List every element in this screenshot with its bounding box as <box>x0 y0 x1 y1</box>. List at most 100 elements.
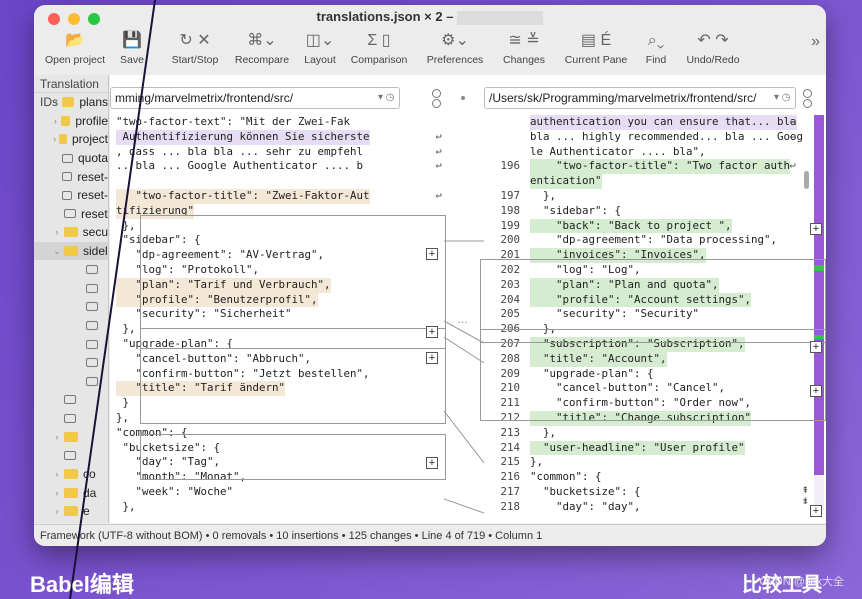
tree-item[interactable] <box>34 260 108 279</box>
code-text: }, <box>530 455 544 469</box>
left-change-block <box>140 434 446 480</box>
apply-change-icon[interactable]: + <box>426 457 438 469</box>
apply-change-icon[interactable]: + <box>426 326 438 338</box>
start-stop-button[interactable]: ↻ ✕ Start/Stop <box>166 29 224 66</box>
tree-item[interactable]: quota <box>34 149 108 168</box>
line-number: 213 <box>500 425 520 439</box>
tree-item-label: quota <box>77 151 108 166</box>
tree-item[interactable]: › da <box>34 483 108 502</box>
chevron-icon[interactable]: › <box>52 134 57 144</box>
search-icon: ⌕⌄ <box>647 32 665 49</box>
tree-item[interactable]: reset- <box>34 186 108 205</box>
changes-button[interactable]: ≅ ≚ Changes <box>500 29 548 66</box>
code-text: bla ... highly recommended... bla ... Go… <box>530 129 804 143</box>
tree-item[interactable] <box>34 279 108 298</box>
tree-item[interactable]: › co <box>34 465 108 484</box>
folder-icon: 📂 <box>65 32 85 49</box>
wrap-icon: ↩ <box>789 159 796 173</box>
chevron-icon[interactable]: › <box>52 227 62 237</box>
comparison-button[interactable]: Σ ▯ Comparison <box>348 29 410 66</box>
scroll-top-icon[interactable]: ⇞ ⇟ <box>801 485 809 507</box>
recompare-button[interactable]: ⌘⌄ Recompare <box>230 29 294 66</box>
comment-icon <box>64 413 76 423</box>
tree-item[interactable]: › project <box>34 130 108 149</box>
code-text: }, <box>116 410 130 424</box>
left-path-field[interactable]: mming/marvelmetrix/frontend/src/ <box>110 87 400 109</box>
open-project-button[interactable]: 📂 Open project <box>44 29 106 66</box>
tree-item[interactable]: › secu <box>34 223 108 242</box>
chevron-icon[interactable]: ⌄ <box>52 246 62 257</box>
tree-item-label: sidel <box>83 244 108 259</box>
tree-item[interactable] <box>34 391 108 410</box>
sidebar: Translation IDs › plans › profile › project qu… <box>34 75 109 523</box>
tree-item[interactable]: reset- <box>34 167 108 186</box>
line-number: 216 <box>500 470 520 484</box>
tree-item-label: project <box>71 132 108 147</box>
folder-icon <box>64 246 78 257</box>
comment-icon <box>86 265 98 275</box>
code-line: 216 "common": { <box>480 470 826 485</box>
apply-change-icon[interactable]: + <box>810 341 822 353</box>
code-text: }, <box>530 188 557 202</box>
tree-item-label: e <box>83 504 90 519</box>
right-pane-options-icon[interactable] <box>803 89 813 109</box>
chevron-icon[interactable]: › <box>52 488 62 498</box>
tree-item[interactable]: ⌄ sidel <box>34 241 108 261</box>
code-line: 200 "dp-agreement": "Data processing", <box>480 233 826 248</box>
right-path-field[interactable]: /Users/sk/Programming/marvelmetrix/front… <box>484 87 796 109</box>
code-line: , dass ... bla bla ... sehr zu empfehl ↩ <box>110 145 446 160</box>
tree-item[interactable] <box>34 372 108 391</box>
layout-button[interactable]: ◫⌄ Layout <box>298 29 342 66</box>
apply-change-icon[interactable]: + <box>426 248 438 260</box>
comment-icon <box>62 153 73 163</box>
chevron-icon[interactable]: › <box>52 506 62 516</box>
tree-item[interactable] <box>34 353 108 372</box>
code-text: "two-factor-title": "Zwei-Faktor-Aut <box>116 188 370 204</box>
apply-change-icon[interactable]: + <box>810 223 822 235</box>
undo-redo-button[interactable]: ↶ ↷ Undo/Redo <box>682 29 744 66</box>
current-pane-button[interactable]: ▤ É Current Pane <box>558 29 634 66</box>
tree-item[interactable]: › <box>34 428 108 447</box>
apply-change-icon[interactable]: + <box>810 505 822 517</box>
line-number: 196 <box>500 159 520 173</box>
toolbar-overflow-button[interactable]: » <box>811 33 820 51</box>
tree-item[interactable] <box>34 298 108 317</box>
chevron-icon[interactable]: › <box>52 469 62 479</box>
code-line: 217 "bucketsize": { <box>480 485 826 500</box>
tree-item[interactable] <box>34 446 108 465</box>
status-text: Framework (UTF-8 without BOM) • 0 remova… <box>40 530 543 542</box>
code-text: "back": "Back to project ", <box>530 218 732 234</box>
tree-item[interactable]: reset <box>34 205 108 224</box>
vertical-scrollbar[interactable] <box>804 171 809 189</box>
save-button[interactable]: 💾 Save <box>116 29 148 66</box>
code-text: , dass ... bla bla ... sehr zu empfehl <box>116 144 364 158</box>
translation-id-tree: › plans › profile › project quota reset-reset-r… <box>34 93 108 521</box>
tree-item[interactable]: › profile <box>34 112 108 131</box>
code-text: }, <box>116 499 136 513</box>
chevron-icon[interactable]: › <box>52 116 59 126</box>
tree-item[interactable]: › e <box>34 502 108 521</box>
tree-item-label: co <box>83 467 96 482</box>
apply-change-icon[interactable]: + <box>426 352 438 364</box>
chevron-icon[interactable]: › <box>52 97 60 107</box>
left-pane-options-icon[interactable] <box>432 89 442 109</box>
chevron-icon[interactable]: › <box>52 432 62 442</box>
pane-separator-dot <box>461 96 465 100</box>
preferences-button[interactable]: ⚙⌄ Preferences <box>422 29 488 66</box>
tree-item[interactable] <box>34 335 108 354</box>
redacted-title <box>457 10 544 25</box>
apply-change-icon[interactable]: + <box>810 385 822 397</box>
tree-item[interactable] <box>34 316 108 335</box>
find-button[interactable]: ⌕⌄ Find <box>642 29 670 66</box>
code-text: "two-factor-text": "Mit der Zwei-Fak <box>116 115 351 128</box>
code-text: "two-factor-title": "Two factor auth <box>530 159 791 175</box>
line-number: 199 <box>500 218 520 232</box>
code-line: 215}, <box>480 455 826 470</box>
right-path-dropdown-icon[interactable]: ▾ ◷ <box>774 92 791 103</box>
left-path-dropdown-icon[interactable]: ▾ ◷ <box>378 92 395 103</box>
code-line: "two-factor-text": "Mit der Zwei-Fak <box>110 115 446 130</box>
folder-icon <box>62 97 75 108</box>
tree-item[interactable] <box>34 409 108 428</box>
wrap-icon: ↩ <box>435 129 442 143</box>
sigma-icon: Σ ▯ <box>367 32 391 49</box>
